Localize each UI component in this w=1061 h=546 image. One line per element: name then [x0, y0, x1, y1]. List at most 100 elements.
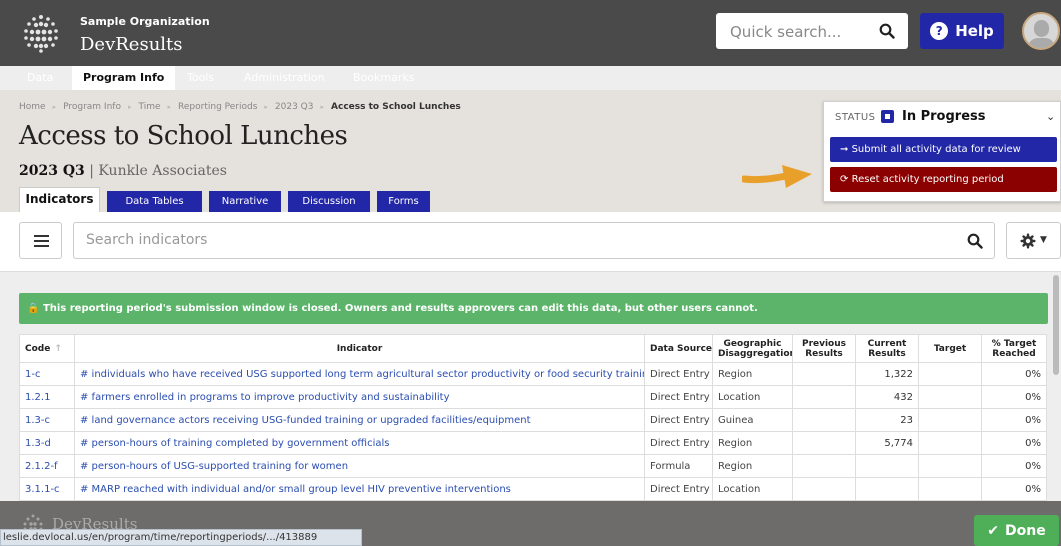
help-button[interactable]: ? Help: [920, 13, 1004, 49]
target-cell: [918, 454, 982, 478]
column-header-code[interactable]: Code ↑: [19, 334, 75, 363]
breadcrumb-reporting-periods[interactable]: Reporting Periods: [178, 102, 257, 112]
devresults-logo-icon[interactable]: [20, 12, 62, 54]
brand-name[interactable]: DevResults: [80, 34, 183, 55]
previous-results-cell: [792, 477, 856, 501]
data-source-cell: Direct Entry: [644, 385, 713, 409]
geographic-disaggregation-cell: Guinea: [712, 408, 793, 432]
current-results-cell: [855, 477, 919, 501]
nav-item-bookmarks[interactable]: Bookmarks: [342, 66, 425, 90]
chevron-right-icon: ▸: [320, 103, 325, 111]
organization-name: Sample Organization: [80, 15, 210, 28]
sort-up-icon[interactable]: ↑: [54, 344, 62, 354]
indicator-name-link[interactable]: # person-hours of USG-supported training…: [74, 454, 645, 478]
status-square-icon: [881, 110, 894, 123]
previous-results-cell: [792, 362, 856, 386]
breadcrumb-home[interactable]: Home: [19, 102, 46, 112]
indicator-name-link[interactable]: # farmers enrolled in programs to improv…: [74, 385, 645, 409]
indicator-search-input[interactable]: Search indicators: [73, 222, 995, 259]
current-results-cell: 5,774: [855, 431, 919, 455]
breadcrumb-current: Access to School Lunches: [331, 102, 461, 112]
table-row: 2.1.2-f # person-hours of USG-supported t…: [19, 454, 1047, 478]
user-avatar[interactable]: [1022, 12, 1060, 50]
quick-search-input[interactable]: Quick search...: [716, 13, 908, 49]
question-icon: ?: [930, 22, 949, 40]
tab-data-tables[interactable]: Data Tables: [107, 191, 202, 212]
status-value[interactable]: In Progress: [902, 109, 986, 124]
period-label: 2023 Q3: [19, 163, 85, 179]
target-cell: [918, 477, 982, 501]
current-results-cell: 1,322: [855, 362, 919, 386]
indicators-table: Code ↑ Indicator Data Source Geographic Di…: [19, 334, 1047, 501]
table-row: 1.2.1 # farmers enrolled in programs to i…: [19, 385, 1047, 409]
column-header-previous-results[interactable]: Previous Results: [792, 334, 856, 363]
indicator-name-link[interactable]: # individuals who have received USG supp…: [74, 362, 645, 386]
indicator-code-link[interactable]: 1-c: [19, 362, 75, 386]
chevron-right-icon: ▸: [52, 103, 57, 111]
data-source-cell: Direct Entry: [644, 477, 713, 501]
nav-item-data[interactable]: Data: [16, 66, 64, 90]
pct-target-reached-cell: 0%: [981, 431, 1047, 455]
indicator-search-placeholder: Search indicators: [86, 232, 208, 248]
target-cell: [918, 362, 982, 386]
search-icon[interactable]: [967, 233, 983, 249]
pct-target-reached-cell: 0%: [981, 477, 1047, 501]
reset-period-button[interactable]: ⟳ Reset activity reporting period: [830, 167, 1057, 192]
indicator-code-link[interactable]: 3.1.1-c: [19, 477, 75, 501]
submit-label: Submit all activity data for review: [851, 144, 1021, 155]
data-source-cell: Direct Entry: [644, 362, 713, 386]
indicator-name-link[interactable]: # MARP reached with individual and/or sm…: [74, 477, 645, 501]
target-cell: [918, 431, 982, 455]
nav-item-administration[interactable]: Administration: [233, 66, 336, 90]
tab-discussion[interactable]: Discussion: [288, 191, 370, 212]
menu-button[interactable]: [19, 222, 62, 259]
chevron-down-icon[interactable]: ⌄: [1046, 110, 1055, 123]
organization-label[interactable]: Kunkle Associates: [98, 163, 227, 179]
indicator-name-link[interactable]: # land governance actors receiving USG-f…: [74, 408, 645, 432]
indicator-code-link[interactable]: 1.3-c: [19, 408, 75, 432]
caret-down-icon: ▼: [1040, 235, 1047, 245]
main-nav: Data Program Info Tools Administration B…: [0, 66, 1061, 90]
breadcrumb-program-info[interactable]: Program Info: [63, 102, 121, 112]
pct-target-reached-cell: 0%: [981, 362, 1047, 386]
annotation-arrow-icon: [742, 165, 812, 188]
tab-indicators[interactable]: Indicators: [19, 187, 100, 212]
indicator-name-link[interactable]: # person-hours of training completed by …: [74, 431, 645, 455]
status-label: STATUS: [835, 112, 876, 123]
column-header-pct-target-reached[interactable]: % Target Reached: [981, 334, 1047, 363]
indicator-toolbar: Search indicators ▼: [0, 212, 1061, 272]
done-label: Done: [1005, 522, 1046, 539]
column-header-target[interactable]: Target: [918, 334, 982, 363]
submit-for-review-button[interactable]: ➞ Submit all activity data for review: [830, 137, 1057, 162]
reset-label: Reset activity reporting period: [851, 174, 1004, 185]
table-row: 1-c # individuals who have received USG s…: [19, 362, 1047, 386]
geographic-disaggregation-cell: Location: [712, 385, 793, 409]
lock-icon: 🔒: [27, 303, 40, 314]
column-header-current-results[interactable]: Current Results: [855, 334, 919, 363]
main-content: 🔒 This reporting period's submission win…: [0, 273, 1061, 501]
geographic-disaggregation-cell: Region: [712, 362, 793, 386]
pct-target-reached-cell: 0%: [981, 385, 1047, 409]
subtitle-separator: |: [89, 163, 94, 179]
column-header-indicator[interactable]: Indicator: [74, 334, 645, 363]
search-icon[interactable]: [879, 23, 895, 39]
column-header-data-source[interactable]: Data Source: [644, 334, 713, 363]
page-scrollbar[interactable]: [1053, 275, 1059, 375]
pct-target-reached-cell: 0%: [981, 408, 1047, 432]
column-header-geographic-disaggregation[interactable]: Geographic Disaggregation: [712, 334, 793, 363]
breadcrumb-time[interactable]: Time: [138, 102, 160, 112]
nav-item-tools[interactable]: Tools: [176, 66, 225, 90]
breadcrumb-period[interactable]: 2023 Q3: [275, 102, 314, 112]
tab-narrative[interactable]: Narrative: [209, 191, 281, 212]
nav-item-program-info[interactable]: Program Info: [72, 66, 176, 90]
submission-closed-alert: 🔒 This reporting period's submission win…: [19, 293, 1048, 324]
tab-forms[interactable]: Forms: [377, 191, 430, 212]
previous-results-cell: [792, 431, 856, 455]
settings-button[interactable]: ▼: [1006, 222, 1061, 259]
indicator-code-link[interactable]: 2.1.2-f: [19, 454, 75, 478]
indicator-code-link[interactable]: 1.2.1: [19, 385, 75, 409]
done-button[interactable]: ✔ Done: [974, 515, 1059, 546]
data-source-cell: Direct Entry: [644, 431, 713, 455]
indicator-code-link[interactable]: 1.3-d: [19, 431, 75, 455]
refresh-icon: ⟳: [840, 174, 849, 185]
